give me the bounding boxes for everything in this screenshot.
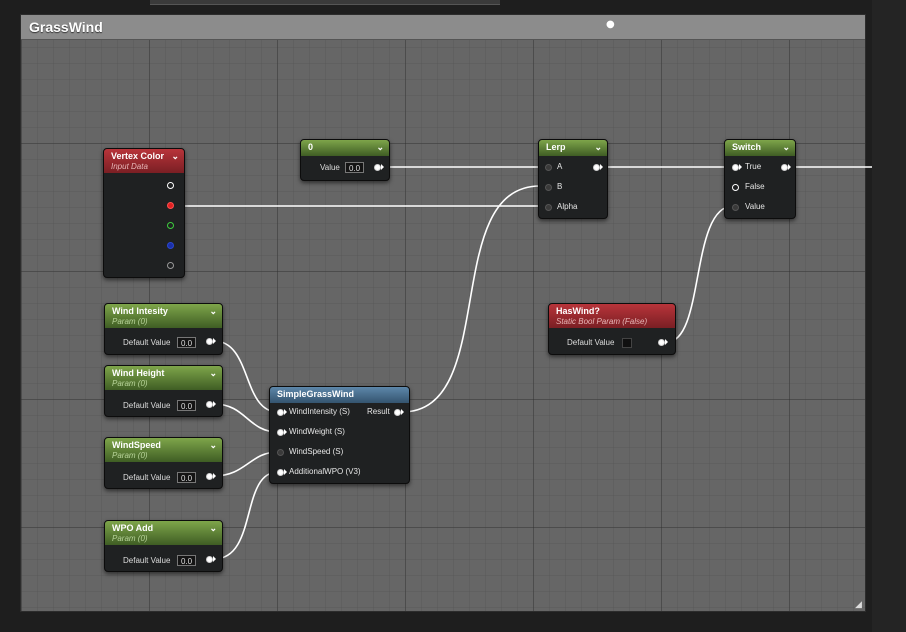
node-title: HasWind?: [556, 306, 600, 316]
default-value-field[interactable]: 0.0: [177, 472, 196, 483]
output-pin[interactable]: [658, 339, 668, 346]
output-pin-r[interactable]: [167, 202, 174, 209]
value-label: Value: [320, 163, 340, 172]
default-value-field[interactable]: 0.0: [177, 337, 196, 348]
node-wind-intensity[interactable]: Wind Intesity Param (0) ⌄ Default Value …: [104, 303, 223, 355]
node-header[interactable]: SimpleGrassWind: [270, 387, 409, 403]
default-value-label: Default Value: [123, 338, 171, 347]
output-pin-g[interactable]: [167, 222, 174, 229]
pin-label-false: False: [745, 182, 765, 191]
pin-label-result: Result: [367, 407, 390, 416]
pin-label-additional-wpo: AdditionalWPO (V3): [289, 467, 361, 476]
output-pin[interactable]: [374, 164, 384, 171]
node-title: Wind Height: [112, 368, 165, 378]
default-value-label: Default Value: [123, 473, 171, 482]
pin-label-wind-weight: WindWeight (S): [289, 427, 345, 436]
output-pin-result[interactable]: [394, 409, 404, 416]
node-simple-grass-wind[interactable]: SimpleGrassWind WindIntensity (S) WindWe…: [269, 386, 410, 484]
node-header[interactable]: HasWind? Static Bool Param (False): [549, 304, 675, 328]
chevron-down-icon[interactable]: ⌄: [209, 523, 217, 534]
node-has-wind[interactable]: HasWind? Static Bool Param (False) Defau…: [548, 303, 676, 355]
input-pin-value[interactable]: [732, 204, 739, 211]
chevron-down-icon[interactable]: ⌄: [209, 440, 217, 451]
node-title: Lerp: [546, 142, 566, 152]
chevron-down-icon[interactable]: ⌄: [171, 151, 179, 162]
pin-label-wind-intensity: WindIntensity (S): [289, 407, 350, 416]
value-field[interactable]: 0.0: [345, 162, 364, 173]
node-header[interactable]: WindSpeed Param (0) ⌄: [105, 438, 222, 462]
wire-result-lerp-b: [401, 185, 541, 413]
output-pin-b[interactable]: [167, 242, 174, 249]
chevron-down-icon[interactable]: ⌄: [782, 142, 790, 153]
input-pin-b[interactable]: [545, 184, 552, 191]
node-title: Vertex Color: [111, 151, 165, 161]
node-header[interactable]: 0 ⌄: [301, 140, 389, 156]
node-header[interactable]: Wind Height Param (0) ⌄: [105, 366, 222, 390]
node-title: Wind Intesity: [112, 306, 168, 316]
node-constant[interactable]: 0 ⌄ Value 0.0: [300, 139, 390, 181]
node-header[interactable]: WPO Add Param (0) ⌄: [105, 521, 222, 545]
input-pin-additional-wpo[interactable]: [277, 469, 287, 476]
default-value-label: Default Value: [123, 401, 171, 410]
node-lerp[interactable]: Lerp ⌄ A B Alpha: [538, 139, 608, 219]
node-title: WPO Add: [112, 523, 154, 533]
pin-label-b: B: [557, 182, 563, 191]
pin-label-alpha: Alpha: [557, 202, 578, 211]
output-pin-rgb[interactable]: [167, 182, 174, 189]
output-pin[interactable]: [781, 164, 791, 171]
wire-hasWind-switch-value: [666, 205, 734, 343]
input-pin-a[interactable]: [545, 164, 552, 171]
node-wpo-add[interactable]: WPO Add Param (0) ⌄ Default Value 0.0: [104, 520, 223, 572]
pin-label-true: True: [745, 162, 762, 171]
node-title: WindSpeed: [112, 440, 161, 450]
default-value-field[interactable]: 0.0: [177, 555, 196, 566]
node-title: 0: [308, 142, 314, 152]
default-value-label: Default Value: [123, 556, 171, 565]
wire-wpo-sgw: [213, 471, 279, 560]
node-vertex-color[interactable]: Vertex Color Input Data ⌄: [103, 148, 185, 278]
output-pin[interactable]: [593, 164, 603, 171]
node-subtitle: Param (0): [112, 451, 148, 460]
node-header[interactable]: Vertex Color Input Data ⌄: [104, 149, 184, 173]
chevron-down-icon[interactable]: ⌄: [376, 142, 384, 153]
input-pin-false[interactable]: [732, 184, 739, 191]
node-subtitle: Param (0): [112, 317, 148, 326]
node-title: Switch: [732, 142, 762, 152]
node-wind-speed[interactable]: WindSpeed Param (0) ⌄ Default Value 0.0: [104, 437, 223, 489]
node-subtitle: Static Bool Param (False): [556, 317, 648, 326]
pin-label-value: Value: [745, 202, 765, 211]
input-pin-wind-speed[interactable]: [277, 449, 284, 456]
chevron-down-icon[interactable]: ⌄: [594, 142, 602, 153]
default-value-checkbox[interactable]: [622, 338, 632, 348]
output-pin[interactable]: [206, 338, 216, 345]
input-pin-wind-intensity[interactable]: [277, 409, 287, 416]
output-pin[interactable]: [206, 401, 216, 408]
chevron-down-icon[interactable]: ⌄: [209, 306, 217, 317]
input-pin-alpha[interactable]: [545, 204, 552, 211]
node-subtitle: Param (0): [112, 534, 148, 543]
default-value-field[interactable]: 0.0: [177, 400, 196, 411]
node-title: SimpleGrassWind: [277, 389, 354, 399]
node-switch[interactable]: Switch ⌄ True False Value: [724, 139, 796, 219]
chevron-down-icon[interactable]: ⌄: [209, 368, 217, 379]
node-subtitle: Input Data: [111, 162, 148, 171]
pin-label-a: A: [557, 162, 563, 171]
output-pin-a[interactable]: [167, 262, 174, 269]
node-header[interactable]: Lerp ⌄: [539, 140, 607, 156]
node-header[interactable]: Wind Intesity Param (0) ⌄: [105, 304, 222, 328]
node-subtitle: Param (0): [112, 379, 148, 388]
output-pin[interactable]: [206, 473, 216, 480]
default-value-label: Default Value: [567, 338, 615, 347]
pin-label-wind-speed: WindSpeed (S): [289, 447, 344, 456]
input-pin-true[interactable]: [732, 164, 742, 171]
output-pin[interactable]: [206, 556, 216, 563]
node-wind-height[interactable]: Wind Height Param (0) ⌄ Default Value 0.…: [104, 365, 223, 417]
input-pin-wind-weight[interactable]: [277, 429, 287, 436]
node-header[interactable]: Switch ⌄: [725, 140, 795, 156]
